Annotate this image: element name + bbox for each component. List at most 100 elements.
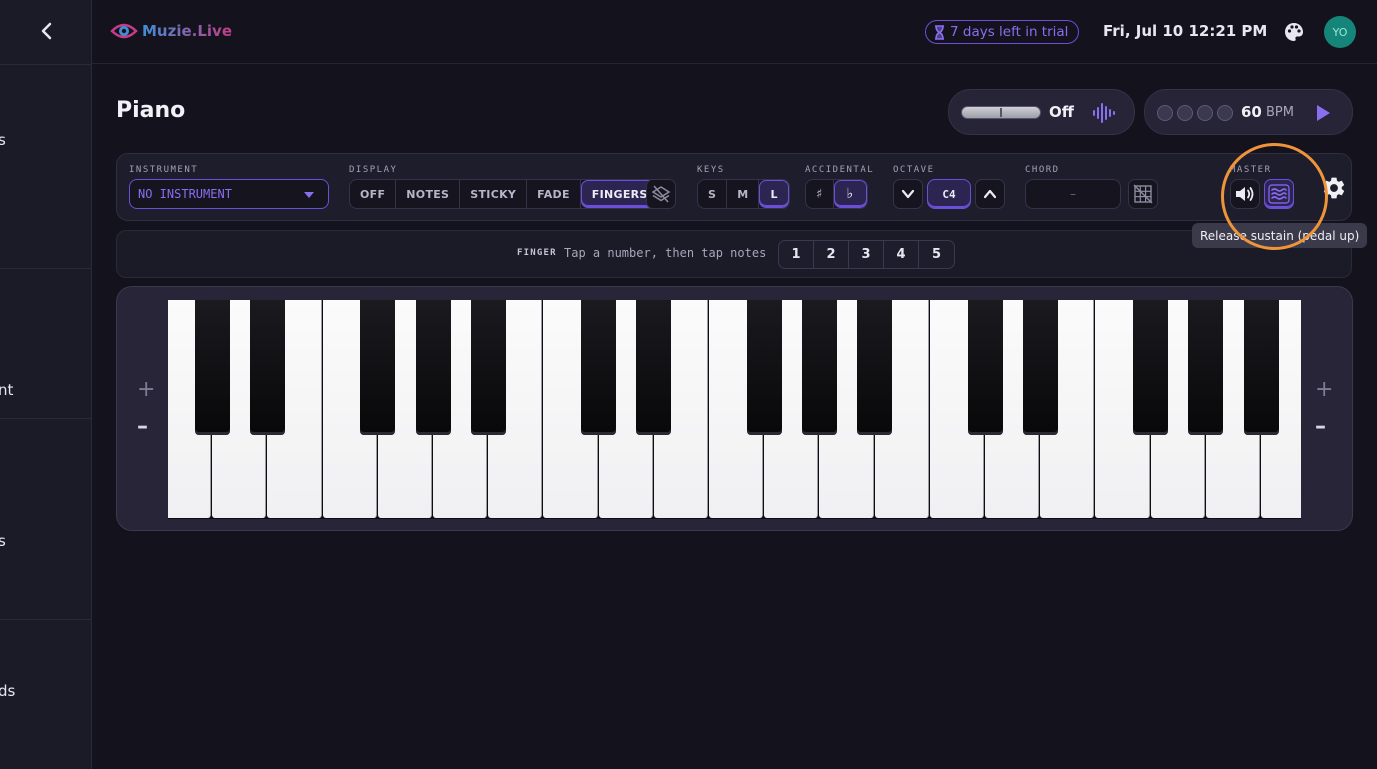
instrument-label: INSTRUMENT (129, 165, 199, 175)
zoom-in-left-button[interactable]: + (137, 377, 155, 402)
sustain-waves-icon (1268, 184, 1290, 204)
page-title: Piano (116, 98, 186, 123)
chevron-up-icon (983, 189, 997, 199)
display-notes-button[interactable]: NOTES (396, 180, 461, 208)
octave-label: OCTAVE (893, 165, 935, 175)
black-key[interactable] (636, 300, 672, 435)
logo-text: Muzie.Live (142, 22, 232, 40)
beat-dot (1197, 105, 1213, 121)
trial-badge[interactable]: 7 days left in trial (925, 20, 1080, 44)
avatar[interactable]: YO (1324, 16, 1356, 48)
speaker-icon (1236, 187, 1254, 201)
octave-up-button[interactable] (975, 179, 1005, 209)
sidebar-divider (0, 268, 91, 269)
sustain-pedal-button[interactable] (1264, 179, 1294, 209)
finger-3-button[interactable]: 3 (849, 241, 884, 268)
sidebar-item-label[interactable]: s (0, 131, 6, 149)
keys-size-group: S M L (697, 179, 790, 209)
sidebar-item-label[interactable]: nt (0, 381, 13, 399)
black-key[interactable] (581, 300, 617, 435)
black-key[interactable] (1188, 300, 1224, 435)
zoom-in-right-button[interactable]: + (1315, 377, 1333, 402)
finger-hint: Tap a number, then tap notes (564, 246, 767, 260)
chord-grid-button[interactable] (1128, 179, 1158, 209)
bpm-control: 60 BPM (1144, 89, 1353, 135)
caret-down-icon (304, 192, 314, 198)
beat-dot (1157, 105, 1173, 121)
black-key[interactable] (1133, 300, 1169, 435)
accidental-group: ♯ ♭ (805, 179, 868, 209)
piano-keys (168, 300, 1301, 519)
keys-large-button[interactable]: L (759, 180, 789, 208)
black-key[interactable] (801, 300, 837, 435)
octave-down-button[interactable] (893, 179, 923, 209)
metronome-toggle[interactable]: Off (948, 89, 1135, 135)
display-off-button[interactable]: OFF (350, 180, 397, 208)
volume-slider[interactable] (961, 106, 1041, 119)
keys-small-button[interactable]: S (698, 180, 728, 208)
master-volume-button[interactable] (1230, 179, 1260, 209)
master-label: MASTER (1230, 165, 1272, 175)
keys-medium-button[interactable]: M (727, 180, 760, 208)
black-key[interactable] (470, 300, 506, 435)
display-fade-button[interactable]: FADE (527, 180, 581, 208)
flat-button[interactable]: ♭ (833, 180, 867, 208)
gear-icon[interactable] (1321, 175, 1347, 201)
logo[interactable]: Muzie.Live (110, 19, 232, 43)
audio-wave-icon[interactable] (1091, 101, 1115, 125)
finger-2-button[interactable]: 2 (814, 241, 849, 268)
black-key[interactable] (967, 300, 1003, 435)
sidebar: s nt s ds (0, 0, 92, 769)
sidebar-item-label[interactable]: s (0, 532, 6, 550)
instrument-value: NO INSTRUMENT (138, 187, 232, 201)
black-key[interactable] (415, 300, 451, 435)
accidental-label: ACCIDENTAL (805, 165, 875, 175)
black-key[interactable] (746, 300, 782, 435)
metronome-status: Off (1049, 103, 1074, 121)
beat-indicators (1157, 105, 1233, 121)
finger-5-button[interactable]: 5 (919, 241, 954, 268)
play-icon[interactable] (1315, 104, 1331, 122)
black-key[interactable] (857, 300, 893, 435)
finger-number-group: 1 2 3 4 5 (778, 240, 955, 269)
chevron-left-icon[interactable] (36, 20, 58, 42)
bpm-value[interactable]: 60 (1241, 103, 1262, 121)
current-datetime: Fri, Jul 10 12:21 PM (1103, 22, 1268, 40)
trial-text: 7 days left in trial (950, 24, 1069, 40)
black-key[interactable] (249, 300, 285, 435)
bpm-unit: BPM (1266, 105, 1294, 120)
sustain-tooltip: Release sustain (pedal up) (1192, 223, 1368, 248)
clear-layers-button[interactable] (646, 179, 676, 209)
sidebar-divider (0, 619, 91, 620)
chord-display[interactable]: – (1025, 179, 1121, 209)
piano-toolbar: INSTRUMENT NO INSTRUMENT DISPLAY OFF NOT… (116, 153, 1352, 221)
grid-off-icon (1133, 184, 1153, 204)
display-label: DISPLAY (349, 165, 398, 175)
octave-value[interactable]: C4 (927, 179, 971, 209)
keys-label: KEYS (697, 165, 725, 175)
finger-4-button[interactable]: 4 (884, 241, 919, 268)
black-key[interactable] (194, 300, 230, 435)
display-mode-group: OFF NOTES STICKY FADE FINGERS (349, 179, 660, 209)
black-key[interactable] (1243, 300, 1279, 435)
finger-assign-bar: FINGER Tap a number, then tap notes 1 2 … (116, 230, 1352, 278)
black-key[interactable] (1022, 300, 1058, 435)
display-sticky-button[interactable]: STICKY (460, 180, 528, 208)
hourglass-icon (935, 24, 944, 40)
sidebar-divider (0, 418, 91, 419)
piano-keyboard-panel: + – + – (116, 286, 1353, 531)
instrument-select[interactable]: NO INSTRUMENT (129, 179, 329, 209)
sidebar-divider (0, 64, 91, 65)
zoom-out-left-button[interactable]: – (137, 414, 148, 439)
black-key[interactable] (360, 300, 396, 435)
beat-dot (1217, 105, 1233, 121)
chord-label: CHORD (1025, 165, 1060, 175)
palette-icon[interactable] (1283, 21, 1305, 43)
beat-dot (1177, 105, 1193, 121)
finger-1-button[interactable]: 1 (779, 241, 814, 268)
top-header: Muzie.Live 7 days left in trial Fri, Jul… (92, 0, 1377, 64)
sidebar-item-label[interactable]: ds (0, 682, 15, 700)
sharp-button[interactable]: ♯ (806, 180, 834, 208)
zoom-out-right-button[interactable]: – (1315, 414, 1326, 439)
chevron-down-icon (901, 189, 915, 199)
